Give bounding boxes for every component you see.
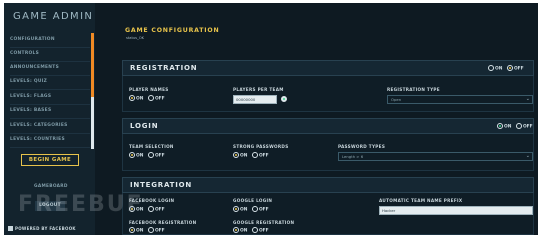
radio-selected-icon — [233, 227, 239, 233]
section-integration-title: INTEGRATION — [130, 181, 193, 189]
main-content: GAME CONFIGURATION status_OK REGISTRATIO… — [95, 3, 538, 235]
sidebar-title: GAME ADMIN — [13, 11, 94, 22]
facebook-registration-toggle[interactable]: ON OFF — [129, 227, 168, 234]
registration-section-on[interactable]: ON — [488, 65, 502, 72]
google-registration-on[interactable]: ON — [233, 227, 247, 234]
google-login-toggle[interactable]: ON OFF — [233, 206, 272, 213]
player-names-off[interactable]: OFF — [147, 95, 165, 102]
facebook-login-off[interactable]: OFF — [147, 206, 165, 213]
player-names-label: PLAYER NAMES — [129, 87, 169, 92]
radio-icon — [488, 65, 494, 71]
radio-icon — [147, 206, 154, 212]
sidebar-item-levels-bases[interactable]: LEVELS: BASES — [10, 105, 90, 119]
section-registration-body: PLAYER NAMES ON OFF PLAYERS PER TEAM 000… — [122, 76, 534, 112]
password-types-select[interactable]: Length > 6 ⌄ — [338, 152, 533, 161]
section-integration-body: FACEBOOK LOGIN ON OFF GOOGLE LOGIN ON OF… — [122, 193, 534, 235]
google-registration-toggle[interactable]: ON OFF — [233, 227, 272, 234]
radio-icon — [147, 95, 154, 101]
chevron-down-icon: ⌄ — [525, 96, 530, 102]
strong-passwords-label: STRONG PASSWORDS — [233, 144, 289, 149]
stepper-toggle-icon — [281, 96, 287, 102]
sidebar-item-configuration[interactable]: CONFIGURATION — [10, 34, 90, 48]
player-names-toggle[interactable]: ON OFF — [129, 95, 168, 102]
radio-selected-icon — [129, 152, 135, 158]
powered-by: POWERED BY FACEBOOK — [8, 226, 76, 231]
radio-selected-icon — [497, 123, 503, 129]
registration-section-toggle[interactable]: ON OFF — [488, 65, 527, 72]
sidebar-item-controls[interactable]: CONTROLS — [10, 48, 90, 62]
team-selection-on[interactable]: ON — [129, 152, 143, 159]
strong-passwords-toggle[interactable]: ON OFF — [233, 152, 272, 159]
facebook-icon — [8, 226, 13, 231]
team-prefix-input[interactable]: Hacker — [379, 206, 533, 215]
powered-by-text: POWERED BY FACEBOOK — [15, 226, 76, 231]
radio-icon — [515, 123, 522, 129]
gameboard-link[interactable]: GAMEBOARD — [34, 184, 68, 189]
radio-icon — [251, 227, 258, 233]
section-integration-header: INTEGRATION — [122, 177, 534, 193]
google-registration-off[interactable]: OFF — [251, 227, 269, 234]
registration-type-label: REGISTRATION TYPE — [387, 87, 440, 92]
radio-selected-icon — [233, 206, 239, 212]
registration-type-select[interactable]: Open ⌄ — [387, 95, 533, 104]
players-per-team-label: PLAYERS PER TEAM — [233, 87, 284, 92]
sidebar-item-levels-quiz[interactable]: LEVELS: QUIZ — [10, 76, 90, 90]
facebook-registration-label: FACEBOOK REGISTRATION — [129, 220, 197, 225]
radio-selected-icon — [129, 227, 135, 233]
watermark: FREEBUF — [18, 192, 144, 217]
sidebar-scrollbar[interactable] — [91, 33, 94, 149]
section-registration-title: REGISTRATION — [130, 64, 198, 72]
radio-selected-icon — [233, 152, 239, 158]
login-section-off[interactable]: OFF — [515, 123, 533, 130]
section-login-body: TEAM SELECTION ON OFF STRONG PASSWORDS O… — [122, 134, 534, 171]
strong-passwords-off[interactable]: OFF — [251, 152, 269, 159]
section-registration-header: REGISTRATION ON OFF — [122, 60, 534, 76]
page-status: status_OK — [126, 36, 145, 40]
login-section-on[interactable]: ON — [497, 123, 511, 130]
radio-selected-icon — [506, 65, 513, 71]
google-login-label: GOOGLE LOGIN — [233, 198, 273, 203]
google-login-on[interactable]: ON — [233, 206, 247, 213]
facebook-registration-on[interactable]: ON — [129, 227, 143, 234]
players-per-team-stepper[interactable] — [281, 96, 288, 103]
google-login-off[interactable]: OFF — [251, 206, 269, 213]
google-registration-label: GOOGLE REGISTRATION — [233, 220, 295, 225]
radio-icon — [251, 206, 258, 212]
app-window: GAME ADMIN CONFIGURATION CONTROLS ANNOUN… — [4, 3, 538, 235]
section-login-title: LOGIN — [130, 122, 159, 130]
radio-icon — [251, 152, 258, 158]
radio-icon — [147, 152, 154, 158]
radio-icon — [147, 227, 154, 233]
player-names-on[interactable]: ON — [129, 95, 143, 102]
radio-selected-icon — [129, 95, 135, 101]
page-title: GAME CONFIGURATION — [125, 27, 220, 34]
chevron-down-icon: ⌄ — [525, 153, 530, 159]
registration-section-off[interactable]: OFF — [506, 65, 524, 72]
strong-passwords-on[interactable]: ON — [233, 152, 247, 159]
players-per-team-input[interactable]: 00000000 — [233, 95, 277, 104]
scrollbar-thumb[interactable] — [91, 33, 94, 97]
sidebar-item-levels-countries[interactable]: LEVELS: COUNTRIES — [10, 134, 90, 148]
team-prefix-label: AUTOMATIC TEAM NAME PREFIX — [379, 198, 463, 203]
team-selection-label: TEAM SELECTION — [129, 144, 174, 149]
login-section-toggle[interactable]: ON OFF — [497, 123, 536, 130]
password-types-label: PASSWORD TYPES — [338, 144, 386, 149]
begin-game-button[interactable]: BEGIN GAME — [21, 154, 79, 166]
team-selection-off[interactable]: OFF — [147, 152, 165, 159]
team-selection-toggle[interactable]: ON OFF — [129, 152, 168, 159]
facebook-registration-off[interactable]: OFF — [147, 227, 165, 234]
sidebar-item-announcements[interactable]: ANNOUNCEMENTS — [10, 62, 90, 76]
scrollbar-track[interactable] — [91, 97, 94, 149]
section-login-header: LOGIN ON OFF — [122, 118, 534, 134]
sidebar-item-levels-categories[interactable]: LEVELS: CATEGORIES — [10, 120, 90, 134]
sidebar-item-levels-flags[interactable]: LEVELS: FLAGS — [10, 91, 90, 105]
